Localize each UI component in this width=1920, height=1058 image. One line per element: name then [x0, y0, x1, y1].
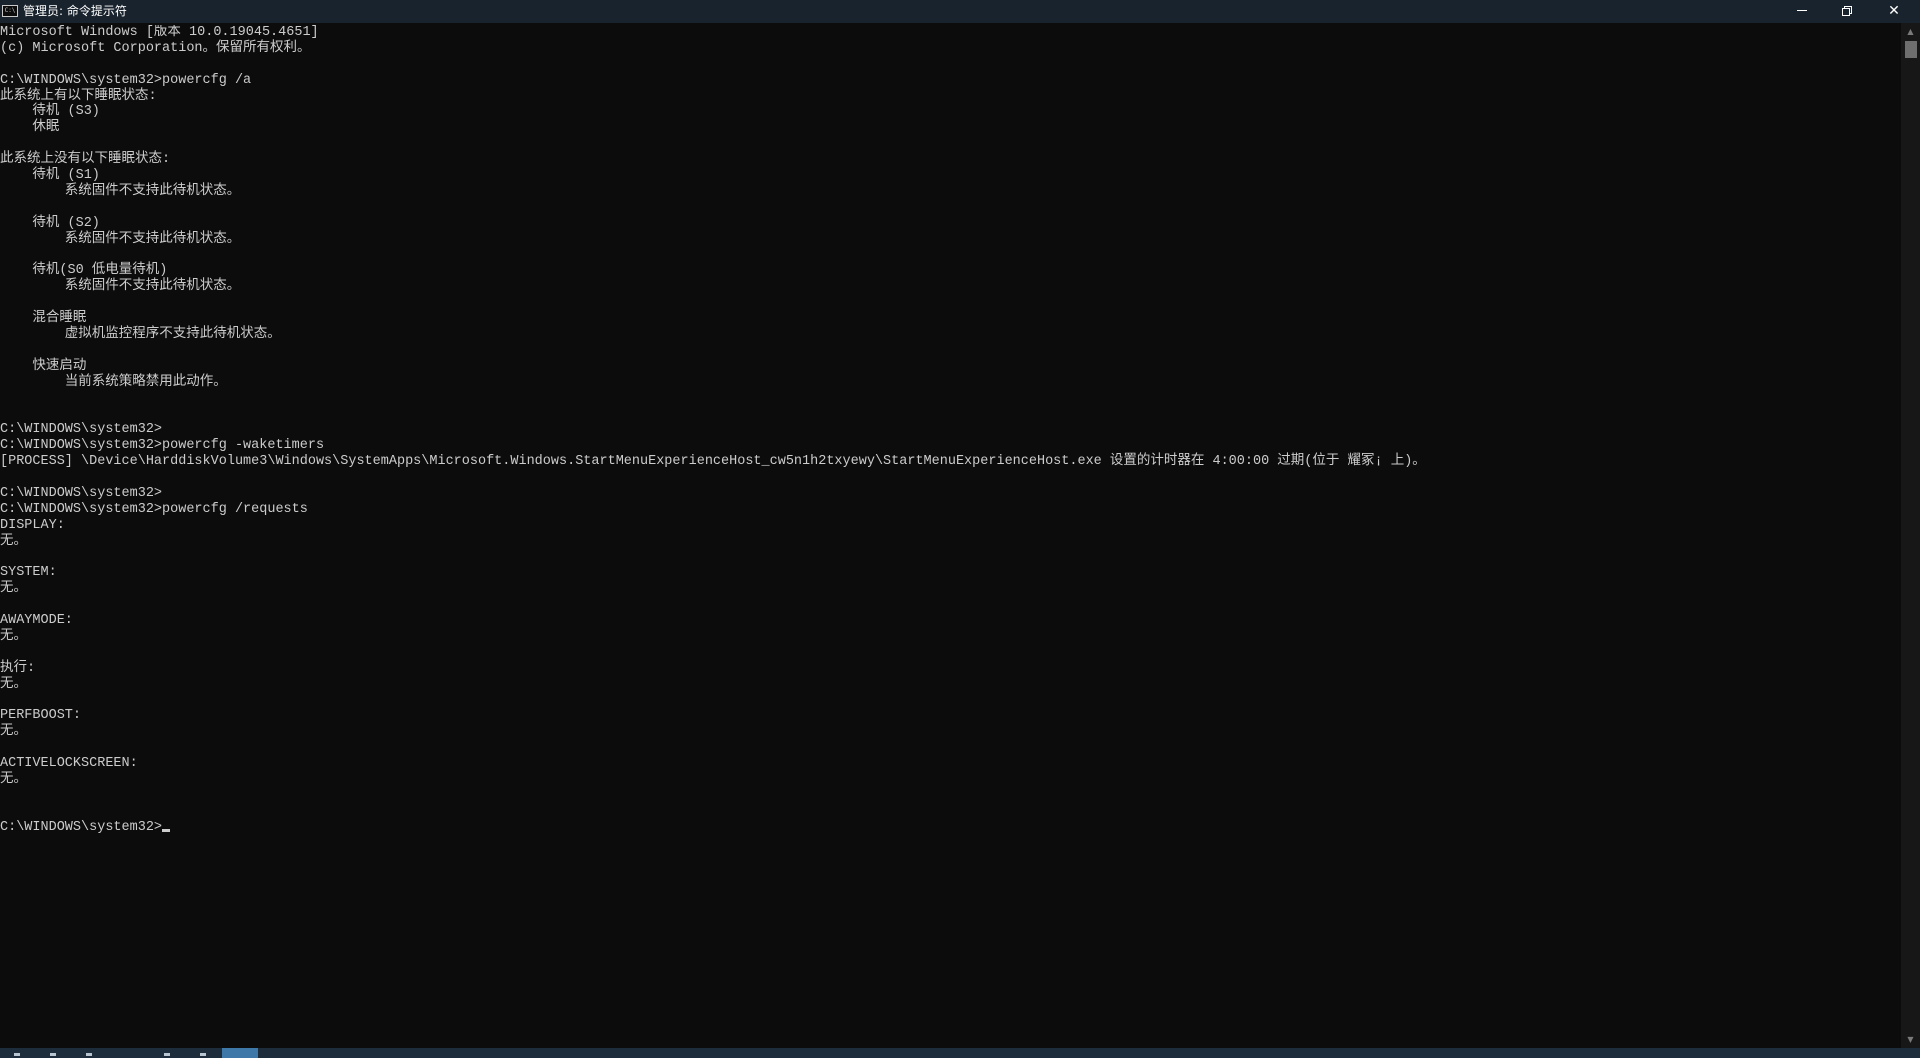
vertical-scrollbar[interactable]: ▲ ▼: [1901, 23, 1920, 1048]
title-bar[interactable]: C:\ 管理员: 命令提示符 ✕: [0, 0, 1920, 23]
console-line: 此系统上有以下睡眠状态:: [0, 88, 157, 104]
console-line: 系统固件不支持此待机状态。: [0, 279, 241, 295]
console-line: ACTIVELOCKSCREEN:: [0, 755, 138, 771]
console-prompt-line[interactable]: C:\WINDOWS\system32>: [0, 820, 1895, 836]
console-line: SYSTEM:: [0, 565, 57, 581]
console-line: 执行:: [0, 660, 36, 676]
minimize-icon: [1797, 10, 1807, 11]
console-line: C:\WINDOWS\system32>: [0, 485, 163, 501]
taskbar-search-icon[interactable]: [50, 1053, 56, 1056]
taskbar-start-icon[interactable]: [14, 1053, 20, 1056]
console-line: 混合睡眠: [0, 311, 87, 327]
console-line: C:\WINDOWS\system32>powercfg -waketimers: [0, 438, 325, 454]
console-line: AWAYMODE:: [0, 612, 73, 628]
console-line: [PROCESS] \Device\HarddiskVolume3\Window…: [0, 454, 1426, 470]
console-line: C:\WINDOWS\system32>powercfg /requests: [0, 501, 308, 517]
console-line: C:\WINDOWS\system32>: [0, 422, 163, 438]
console-line: 待机 (S1): [0, 168, 100, 184]
console-line: 休眠: [0, 120, 60, 136]
console-line: PERFBOOST:: [0, 708, 82, 724]
console-prompt: C:\WINDOWS\system32>: [0, 819, 163, 835]
console-line: 系统固件不支持此待机状态。: [0, 231, 241, 247]
command-prompt-window: C:\ 管理员: 命令提示符 ✕ Microsoft Windows [版本 1…: [0, 0, 1920, 1048]
console-line: (c) Microsoft Corporation。保留所有权利。: [0, 40, 311, 56]
minimize-button[interactable]: [1779, 0, 1825, 22]
close-icon: ✕: [1888, 3, 1900, 19]
restore-icon-front: [1842, 8, 1850, 16]
console-app-icon[interactable]: C:\: [2, 5, 18, 17]
restore-button[interactable]: [1825, 0, 1871, 22]
console-line: 快速启动: [0, 358, 87, 374]
taskbar-command-prompt-button[interactable]: [222, 1048, 258, 1058]
taskbar-app-icon[interactable]: [86, 1053, 92, 1056]
close-button[interactable]: ✕: [1871, 0, 1917, 22]
scroll-up-arrow-icon[interactable]: ▲: [1901, 23, 1920, 40]
taskbar-app-icon[interactable]: [164, 1053, 170, 1056]
console-line: 无。: [0, 724, 27, 740]
text-cursor: [162, 828, 171, 832]
window-title: 管理员: 命令提示符: [23, 4, 127, 18]
console-line: 无。: [0, 581, 27, 597]
console-output[interactable]: Microsoft Windows [版本 10.0.19045.4651] (c…: [0, 25, 1895, 1045]
console-line: 系统固件不支持此待机状态。: [0, 183, 241, 199]
console-line: 待机 (S2): [0, 215, 100, 231]
console-line: 虚拟机监控程序不支持此待机状态。: [0, 326, 281, 342]
scroll-down-arrow-icon[interactable]: ▼: [1901, 1031, 1920, 1048]
console-line: 无。: [0, 676, 27, 692]
console-line: C:\WINDOWS\system32>powercfg /a: [0, 72, 252, 88]
console-line: 待机(S0 低电量待机): [0, 263, 168, 279]
console-line: 此系统上没有以下睡眠状态:: [0, 152, 171, 168]
console-line: 待机 (S3): [0, 104, 100, 120]
console-line: DISPLAY:: [0, 517, 65, 533]
taskbar-app-icon[interactable]: [200, 1053, 206, 1056]
console-line: 无。: [0, 533, 27, 549]
taskbar: [0, 1048, 1920, 1058]
console-line: 当前系统策略禁用此动作。: [0, 374, 227, 390]
console-line: Microsoft Windows [版本 10.0.19045.4651]: [0, 25, 319, 40]
console-line: 无。: [0, 771, 27, 787]
scrollbar-thumb[interactable]: [1905, 41, 1917, 58]
console-line: 无。: [0, 628, 27, 644]
